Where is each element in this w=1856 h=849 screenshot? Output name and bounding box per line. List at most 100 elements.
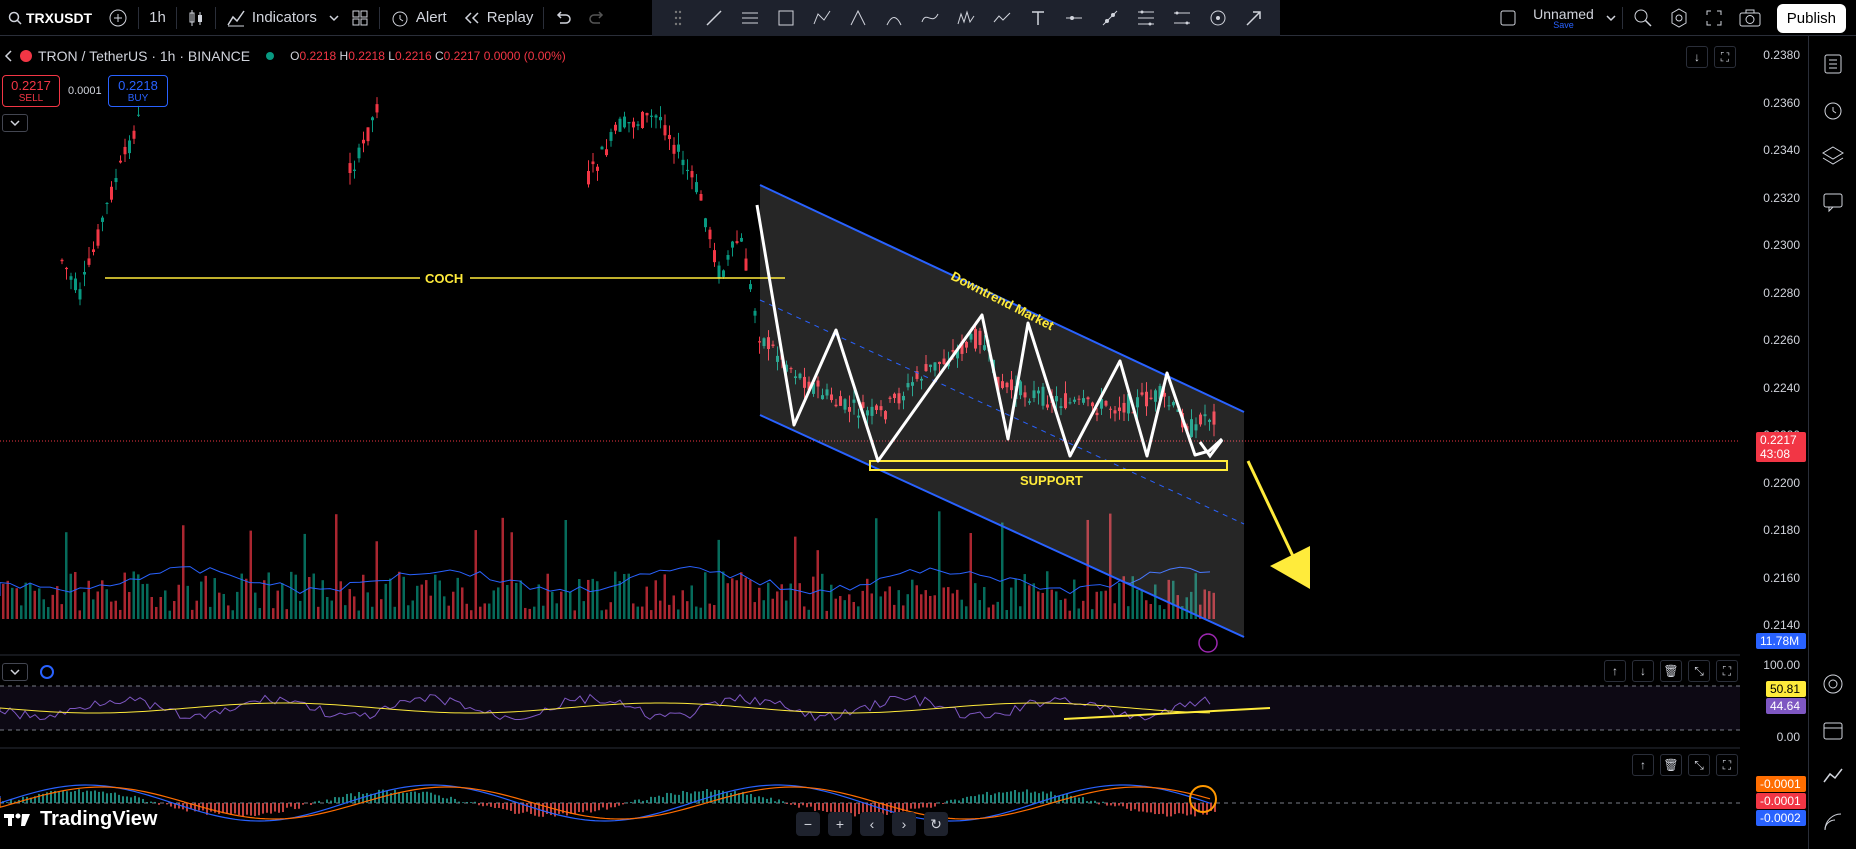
snapshot-button[interactable] (1731, 0, 1769, 36)
alerts-icon[interactable] (1821, 98, 1845, 122)
maximize-pane-icon[interactable]: ⛶ (1716, 754, 1738, 776)
calendar-icon[interactable] (1821, 718, 1845, 742)
fullscreen-icon (1706, 10, 1722, 26)
circle-tool-icon[interactable] (1207, 7, 1229, 29)
volume-bar (636, 606, 639, 619)
trash-icon[interactable]: 🗑 (1660, 754, 1682, 776)
volume-badge: 11.78M (1756, 633, 1806, 649)
macd-histogram-bar (1050, 791, 1052, 803)
price-tick-label: 0.2360 (1763, 95, 1800, 110)
candle-body (137, 114, 140, 116)
macd-histogram-bar (622, 803, 624, 805)
indicators-dropdown[interactable] (325, 0, 343, 36)
triangle-icon[interactable] (847, 7, 869, 29)
macd-histogram-bar (1130, 803, 1132, 811)
layers-icon[interactable] (1821, 144, 1845, 168)
zoom-out-icon[interactable]: − (796, 812, 820, 836)
maximize-pane-icon[interactable]: ⛶ (1716, 660, 1738, 682)
target-icon[interactable] (1821, 672, 1845, 696)
chat-icon[interactable] (1821, 190, 1845, 214)
ray-icon[interactable] (1099, 7, 1121, 29)
chevron-left-icon[interactable] (4, 50, 14, 62)
chart-canvas[interactable]: COCH Downtrend MarketSUPPORT (0, 36, 1808, 849)
volume-bar (186, 585, 189, 619)
collapse-pane-icon[interactable]: ⤡ (1688, 754, 1710, 776)
macd-histogram-bar (1102, 801, 1104, 803)
drag-handle-icon[interactable] (667, 7, 689, 29)
buy-button[interactable]: 0.2218 BUY (108, 75, 168, 107)
curve-icon[interactable] (919, 7, 941, 29)
candle-body (69, 276, 73, 280)
collapse-legend-button[interactable] (2, 114, 28, 132)
move-up-icon[interactable]: ↑ (1604, 660, 1626, 682)
publish-button[interactable]: Publish (1776, 3, 1846, 33)
alert-button[interactable]: Alert (382, 0, 455, 36)
watchlist-icon[interactable] (1821, 52, 1845, 76)
scroll-left-icon[interactable]: ‹ (860, 812, 884, 836)
layout-checkbox[interactable] (1491, 0, 1525, 36)
fullscreen-button[interactable] (1697, 0, 1731, 36)
move-down-icon[interactable]: ↓ (1632, 660, 1654, 682)
zoom-in-icon[interactable]: + (828, 812, 852, 836)
undo-button[interactable] (546, 0, 580, 36)
volume-bar (6, 580, 9, 619)
volume-bar (357, 610, 360, 619)
polyline-icon[interactable] (811, 7, 833, 29)
path-icon[interactable] (991, 7, 1013, 29)
volume-bar (1055, 591, 1058, 619)
rsi-upper-label: 100.00 (1763, 658, 1800, 672)
candle-body (645, 112, 649, 116)
divider (378, 6, 380, 29)
volume-bar (429, 595, 432, 619)
tradingview-logo[interactable]: TradingView (4, 808, 157, 831)
symbol-title[interactable]: TRON / TetherUS · 1h · BINANCE (38, 48, 250, 64)
layouts-button[interactable] (343, 0, 377, 36)
arrow-tool-icon[interactable] (1243, 7, 1265, 29)
ideas-icon[interactable] (1821, 764, 1845, 788)
move-up-icon[interactable]: ↑ (1632, 754, 1654, 776)
price-axis[interactable]: 0.2380 0.2360 0.2340 0.2320 0.2300 0.2280 0.22… (1740, 36, 1808, 849)
candle-body (722, 270, 725, 277)
volume-bar (56, 586, 59, 619)
candle-body (695, 182, 698, 193)
macd-histogram-bar (1126, 803, 1128, 809)
interval-button[interactable]: 1h (141, 0, 174, 36)
sell-button[interactable]: 0.2217 SELL (2, 75, 60, 107)
candle-body (600, 146, 604, 150)
macd-histogram-bar (1010, 791, 1012, 803)
price-tick-label: 0.2320 (1763, 190, 1800, 205)
layout-name-button[interactable]: Unnamed Save (1525, 0, 1602, 36)
symbol-search[interactable]: TRXUSDT (0, 0, 100, 36)
download-icon[interactable]: ↓ (1686, 46, 1708, 68)
replay-button[interactable]: Replay (455, 0, 542, 36)
reset-chart-icon[interactable]: ↻ (924, 812, 948, 836)
volume-bar (483, 603, 486, 619)
rectangle-icon[interactable] (775, 7, 797, 29)
maximize-pane-icon[interactable]: ⛶ (1714, 46, 1736, 68)
signal-icon[interactable] (1821, 810, 1845, 834)
text-icon[interactable] (1027, 7, 1049, 29)
volume-bar (924, 590, 927, 619)
sync-icon[interactable] (40, 665, 54, 679)
trash-icon[interactable]: 🗑 (1660, 660, 1682, 682)
chart-type-button[interactable] (179, 0, 213, 36)
horizontal-lines-icon[interactable] (739, 7, 761, 29)
parallel-channel-icon[interactable] (1171, 7, 1193, 29)
volume-bar (834, 598, 837, 619)
quick-search-button[interactable] (1625, 0, 1661, 36)
compare-symbol-button[interactable] (100, 0, 136, 36)
macd-histogram-bar (690, 793, 692, 803)
rsi-collapse-button[interactable] (2, 663, 28, 681)
collapse-pane-icon[interactable]: ⤡ (1688, 660, 1710, 682)
fib-retracement-icon[interactable] (1135, 7, 1157, 29)
arc-icon[interactable] (883, 7, 905, 29)
volume-bar (353, 596, 356, 619)
scroll-right-icon[interactable]: › (892, 812, 916, 836)
trend-line-icon[interactable] (703, 7, 725, 29)
horizontal-ray-icon[interactable] (1063, 7, 1085, 29)
settings-button[interactable] (1661, 0, 1697, 36)
redo-button[interactable] (580, 0, 614, 36)
layout-dropdown[interactable] (1602, 0, 1620, 36)
indicators-button[interactable]: Indicators (218, 0, 325, 36)
pattern-icon[interactable] (955, 7, 977, 29)
